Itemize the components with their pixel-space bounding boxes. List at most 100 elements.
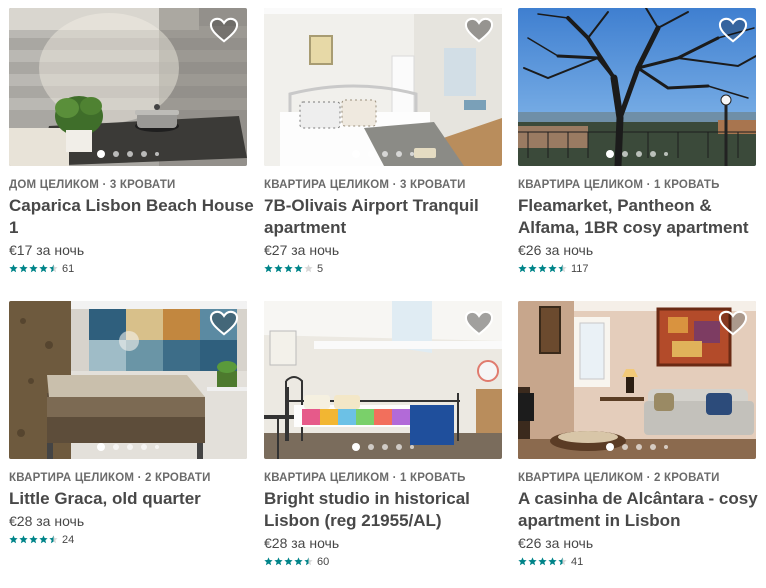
carousel-dot[interactable] [155, 152, 159, 156]
listing-title[interactable]: Caparica Lisbon Beach House 1 [9, 195, 254, 239]
favorite-heart-icon[interactable] [718, 309, 748, 337]
listing-card[interactable]: КВАРТИРА ЦЕЛИКОМ · 1 КРОВАТЬ Fleamarket,… [518, 8, 756, 275]
review-count: 41 [571, 555, 584, 568]
review-count: 60 [317, 555, 330, 568]
listing-title[interactable]: 7B-Olivais Airport Tranquil apartment [264, 195, 509, 239]
star-icon [49, 264, 58, 273]
carousel-dot[interactable] [396, 151, 402, 157]
listing-rating: 24 [9, 533, 247, 546]
carousel-dot[interactable] [97, 150, 105, 158]
carousel-dot[interactable] [97, 443, 105, 451]
star-icon [558, 557, 567, 566]
listing-photo[interactable] [9, 8, 247, 166]
carousel-dot[interactable] [650, 151, 656, 157]
star-icon [528, 264, 537, 273]
carousel-dot[interactable] [155, 445, 159, 449]
carousel-dot[interactable] [127, 444, 133, 450]
carousel-dot[interactable] [352, 150, 360, 158]
listing-rating: 41 [518, 555, 756, 568]
listing-title[interactable]: Fleamarket, Pantheon & Alfama, 1BR cosy … [518, 195, 763, 239]
favorite-heart-icon[interactable] [209, 309, 239, 337]
star-icon [304, 557, 313, 566]
listing-photo[interactable] [264, 8, 502, 166]
listing-price: €26 за ночь [518, 242, 594, 258]
favorite-heart-icon[interactable] [464, 16, 494, 44]
listing-price: €27 за ночь [264, 242, 340, 258]
star-icon [548, 557, 557, 566]
star-icon [558, 264, 567, 273]
star-icon [29, 264, 38, 273]
carousel-dot[interactable] [636, 151, 642, 157]
carousel-dot[interactable] [368, 151, 374, 157]
favorite-heart-icon[interactable] [718, 16, 748, 44]
listing-photo[interactable] [518, 301, 756, 459]
carousel-dot[interactable] [410, 152, 414, 156]
star-icon [284, 264, 293, 273]
star-icon [548, 264, 557, 273]
carousel-dot[interactable] [141, 444, 147, 450]
listing-card[interactable]: КВАРТИРА ЦЕЛИКОМ · 3 КРОВАТИ 7B-Olivais … [264, 8, 502, 275]
star-icon [274, 557, 283, 566]
review-count: 117 [571, 262, 589, 275]
listing-rating: 5 [264, 262, 502, 275]
listing-price: €17 за ночь [9, 242, 85, 258]
carousel-dot[interactable] [368, 444, 374, 450]
star-icon [19, 264, 28, 273]
listing-title[interactable]: A casinha de Alcântara - cosy apartment … [518, 488, 763, 532]
star-icon [264, 557, 273, 566]
carousel-dot[interactable] [622, 151, 628, 157]
star-rating [518, 264, 567, 273]
review-count: 24 [62, 533, 75, 546]
carousel-dot[interactable] [636, 444, 642, 450]
star-icon [264, 264, 273, 273]
star-icon [274, 264, 283, 273]
carousel-dots [518, 150, 756, 158]
carousel-dot[interactable] [113, 444, 119, 450]
star-icon [304, 264, 313, 273]
star-icon [49, 535, 58, 544]
star-rating [264, 557, 313, 566]
carousel-dot[interactable] [622, 444, 628, 450]
star-icon [538, 557, 547, 566]
carousel-dots [518, 443, 756, 451]
star-icon [19, 535, 28, 544]
listing-type: КВАРТИРА ЦЕЛИКОМ · 1 КРОВАТЬ [264, 472, 466, 484]
listing-card[interactable]: КВАРТИРА ЦЕЛИКОМ · 2 КРОВАТИ Little Grac… [9, 301, 247, 546]
carousel-dot[interactable] [141, 151, 147, 157]
carousel-dots [9, 443, 247, 451]
listing-card[interactable]: ДОМ ЦЕЛИКОМ · 3 КРОВАТИ Caparica Lisbon … [9, 8, 254, 275]
carousel-dot[interactable] [606, 150, 614, 158]
carousel-dot[interactable] [664, 152, 668, 156]
carousel-dot[interactable] [410, 445, 414, 449]
star-icon [29, 535, 38, 544]
carousel-dot[interactable] [664, 445, 668, 449]
star-rating [264, 264, 313, 273]
listing-title[interactable]: Little Graca, old quarter [9, 488, 254, 510]
carousel-dot[interactable] [606, 443, 614, 451]
carousel-dots [264, 443, 502, 451]
listing-photo[interactable] [9, 301, 247, 459]
listing-price: €26 за ночь [518, 535, 594, 551]
listing-title[interactable]: Bright studio in historical Lisbon (reg … [264, 488, 509, 532]
carousel-dot[interactable] [352, 443, 360, 451]
listing-type: КВАРТИРА ЦЕЛИКОМ · 1 КРОВАТЬ [518, 179, 720, 191]
listing-type: КВАРТИРА ЦЕЛИКОМ · 2 КРОВАТИ [9, 472, 211, 484]
star-rating [518, 557, 567, 566]
carousel-dot[interactable] [382, 444, 388, 450]
review-count: 61 [62, 262, 75, 275]
star-icon [9, 535, 18, 544]
favorite-heart-icon[interactable] [464, 309, 494, 337]
carousel-dot[interactable] [113, 151, 119, 157]
listing-photo[interactable] [518, 8, 756, 166]
carousel-dot[interactable] [396, 444, 402, 450]
listing-card[interactable]: КВАРТИРА ЦЕЛИКОМ · 2 КРОВАТИ A casinha d… [518, 301, 758, 568]
listing-card[interactable]: КВАРТИРА ЦЕЛИКОМ · 1 КРОВАТЬ Bright stud… [264, 301, 502, 568]
carousel-dot[interactable] [650, 444, 656, 450]
star-icon [294, 557, 303, 566]
listing-rating: 61 [9, 262, 247, 275]
listing-photo[interactable] [264, 301, 502, 459]
favorite-heart-icon[interactable] [209, 16, 239, 44]
star-icon [518, 264, 527, 273]
carousel-dot[interactable] [127, 151, 133, 157]
carousel-dot[interactable] [382, 151, 388, 157]
